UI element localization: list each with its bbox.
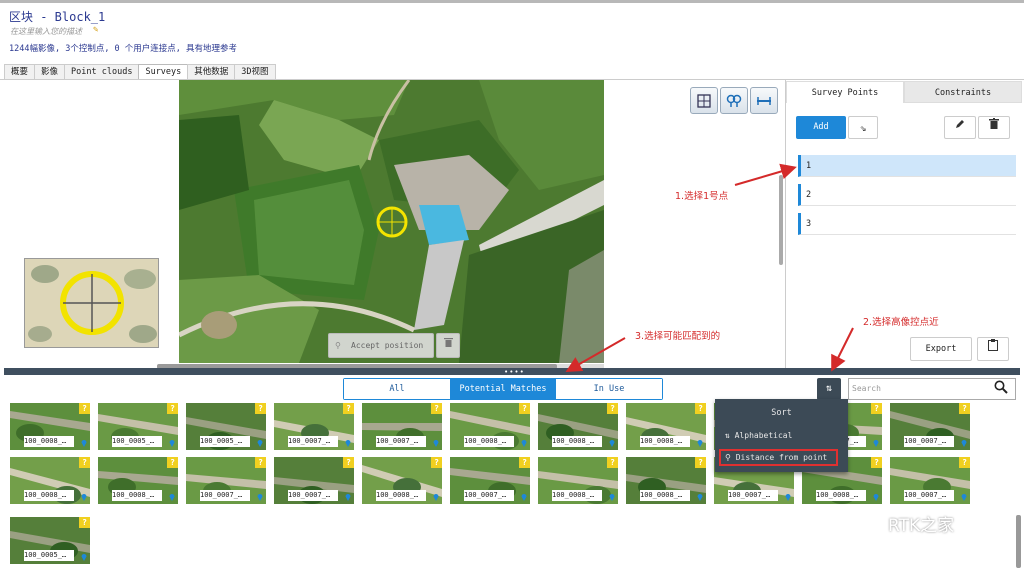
watermark: RTK之家: [848, 510, 954, 536]
annotation-arrows: [565, 163, 854, 372]
wechat-icon: [849, 511, 883, 535]
photo-grid-scrollbar[interactable]: [1016, 515, 1021, 568]
annotation-step-3: 3.选择可能匹配到的: [635, 331, 721, 342]
annotation-step-2: 2.选择高像控点近: [863, 317, 939, 328]
annotation-step-1: 1.选择1号点: [675, 191, 729, 202]
